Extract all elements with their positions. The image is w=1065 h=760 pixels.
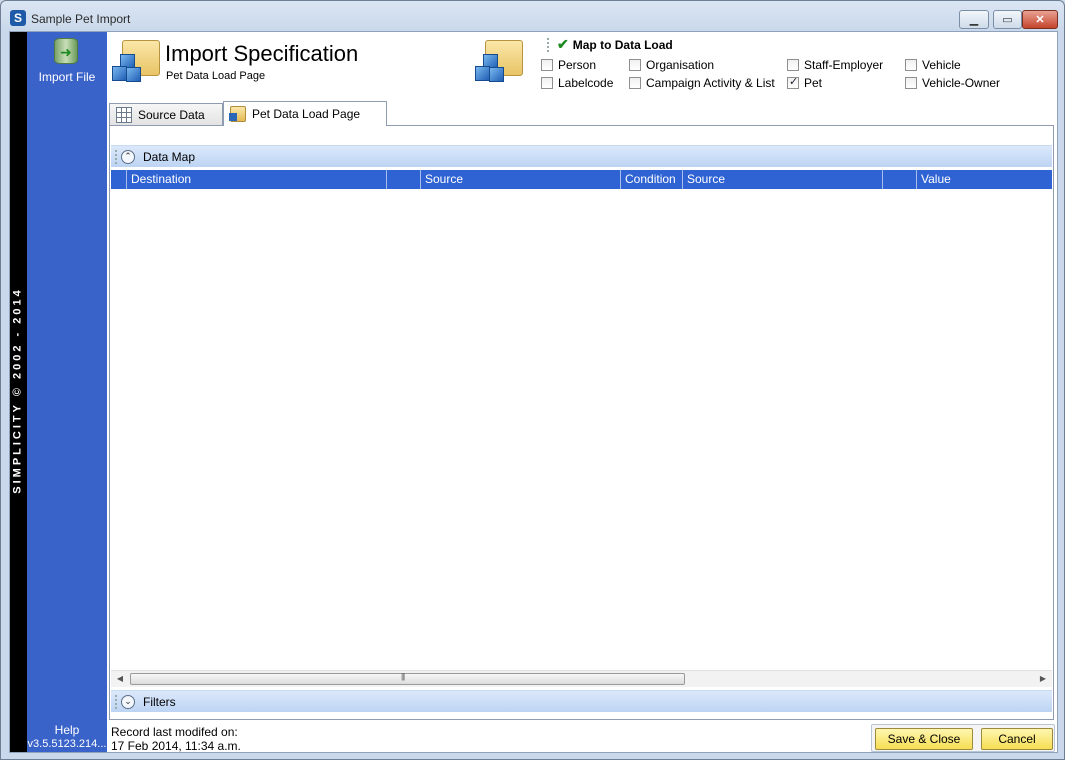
grip-handle <box>115 694 118 709</box>
title-bar: S Sample Pet Import ▁ ▭ ✕ <box>1 1 1064 31</box>
copyright-text: SIMPLICITY © 2002 - 2014 <box>11 287 24 494</box>
column-header-blank[interactable] <box>387 170 421 189</box>
maximize-button[interactable]: ▭ <box>993 10 1022 29</box>
column-header-selector[interactable] <box>111 170 127 189</box>
checkbox-box[interactable] <box>787 59 799 71</box>
footer: Record last modifed on: 17 Feb 2014, 11:… <box>107 722 1057 753</box>
grip-handle <box>547 37 550 52</box>
checkbox-vehicle[interactable]: Vehicle <box>905 58 961 72</box>
checkbox-box[interactable] <box>629 59 641 71</box>
column-header-blank-2[interactable] <box>883 170 917 189</box>
data-map-section-header[interactable]: ⌃ Data Map <box>111 145 1052 167</box>
client-area: SIMPLICITY © 2002 - 2014 Import File Hel… <box>9 31 1058 753</box>
database-import-icon <box>54 38 78 64</box>
checkbox-label: Pet <box>804 76 823 90</box>
folder-icon <box>229 106 246 122</box>
tab-label: Pet Data Load Page <box>252 107 361 121</box>
import-file-label: Import File <box>38 70 96 84</box>
import-specification-icon <box>112 38 162 84</box>
tab-label: Source Data <box>138 108 205 122</box>
minimize-icon: ▁ <box>969 14 979 26</box>
cancel-button[interactable]: Cancel <box>981 728 1053 750</box>
checkbox-label: Vehicle <box>922 58 961 72</box>
page-title: Import Specification <box>165 41 359 66</box>
checkbox-box[interactable] <box>541 59 553 71</box>
column-header-destination[interactable]: Destination <box>127 170 387 189</box>
column-header-condition[interactable]: Condition <box>621 170 683 189</box>
close-icon: ✕ <box>1035 14 1045 26</box>
checkbox-box[interactable] <box>787 75 799 89</box>
minimize-button[interactable]: ▁ <box>959 10 989 29</box>
help-link[interactable]: Help <box>27 723 107 737</box>
checkbox-label: Staff-Employer <box>804 58 884 72</box>
checkbox-staff-employer[interactable]: Staff-Employer <box>787 58 883 72</box>
checkbox-vehicle-owner[interactable]: Vehicle-Owner <box>905 76 1000 90</box>
checkbox-organisation[interactable]: Organisation <box>629 58 714 72</box>
checkbox-labelcode[interactable]: Labelcode <box>541 76 613 90</box>
column-header-source[interactable]: Source <box>421 170 621 189</box>
filters-label: Filters <box>143 694 176 709</box>
map-to-data-load-label: Map to Data Load <box>572 37 673 52</box>
checkbox-pet[interactable]: Pet <box>787 75 823 90</box>
checkbox-label: Vehicle-Owner <box>922 76 1001 90</box>
filters-section-header[interactable]: ⌄ Filters <box>111 690 1052 712</box>
grip-handle <box>115 149 118 164</box>
sidebar: Import File Help v3.5.5123.214... <box>27 32 107 752</box>
main-panel: Import Specification Pet Data Load Page … <box>107 32 1057 753</box>
page-subtitle: Pet Data Load Page <box>166 70 266 82</box>
window-title: Sample Pet Import <box>31 12 131 26</box>
checkbox-box[interactable] <box>629 77 641 89</box>
import-file-button[interactable]: Import File <box>27 32 107 92</box>
close-button[interactable]: ✕ <box>1022 10 1058 29</box>
checkbox-person[interactable]: Person <box>541 58 596 72</box>
scroll-right-icon[interactable]: ▶ <box>1036 673 1050 685</box>
save-close-button[interactable]: Save & Close <box>875 728 973 750</box>
checkbox-label: Organisation <box>646 58 715 72</box>
record-modified-date: 17 Feb 2014, 11:34 a.m. <box>111 739 241 753</box>
tab-pet-data-load-page[interactable]: Pet Data Load Page <box>223 101 387 126</box>
map-to-data-load-header: ✔ Map to Data Load <box>547 36 673 53</box>
expand-chevron-icon[interactable]: ⌄ <box>121 694 135 709</box>
version-label: v3.5.5123.214... <box>27 738 107 750</box>
data-load-icon <box>475 38 525 84</box>
scroll-left-icon[interactable]: ◀ <box>113 673 127 685</box>
tab-panel: ⌃ Data Map Destination Source Condition … <box>109 125 1054 720</box>
checkbox-box[interactable] <box>905 59 917 71</box>
checkbox-campaign-activity-list[interactable]: Campaign Activity & List <box>629 76 775 90</box>
app-icon: S <box>10 10 26 26</box>
maximize-icon: ▭ <box>1002 14 1013 26</box>
data-map-grid-body[interactable] <box>111 189 1052 669</box>
scroll-thumb[interactable] <box>130 672 685 685</box>
data-map-grid-header: Destination Source Condition Source Valu… <box>111 170 1052 189</box>
horizontal-scrollbar[interactable]: ◀ ▶ <box>111 670 1052 687</box>
checkmark-icon: ✔ <box>557 36 569 52</box>
grid-icon <box>116 107 132 123</box>
tab-source-data[interactable]: Source Data <box>109 103 223 126</box>
checkbox-label: Labelcode <box>558 76 614 90</box>
data-map-label: Data Map <box>143 149 196 164</box>
checkbox-box[interactable] <box>905 77 917 89</box>
collapse-chevron-icon[interactable]: ⌃ <box>121 149 135 164</box>
checkbox-box[interactable] <box>541 77 553 89</box>
brand-strip: SIMPLICITY © 2002 - 2014 <box>10 32 27 752</box>
checkbox-label: Person <box>558 58 597 72</box>
record-modified-label: Record last modifed on: <box>111 725 238 739</box>
footer-button-group: Save & Close Cancel <box>871 724 1055 752</box>
column-header-value[interactable]: Value <box>917 170 1052 189</box>
application-window: S Sample Pet Import ▁ ▭ ✕ SIMPLICITY © 2… <box>0 0 1065 760</box>
checkbox-label: Campaign Activity & List <box>646 76 775 90</box>
column-header-source-2[interactable]: Source <box>683 170 883 189</box>
